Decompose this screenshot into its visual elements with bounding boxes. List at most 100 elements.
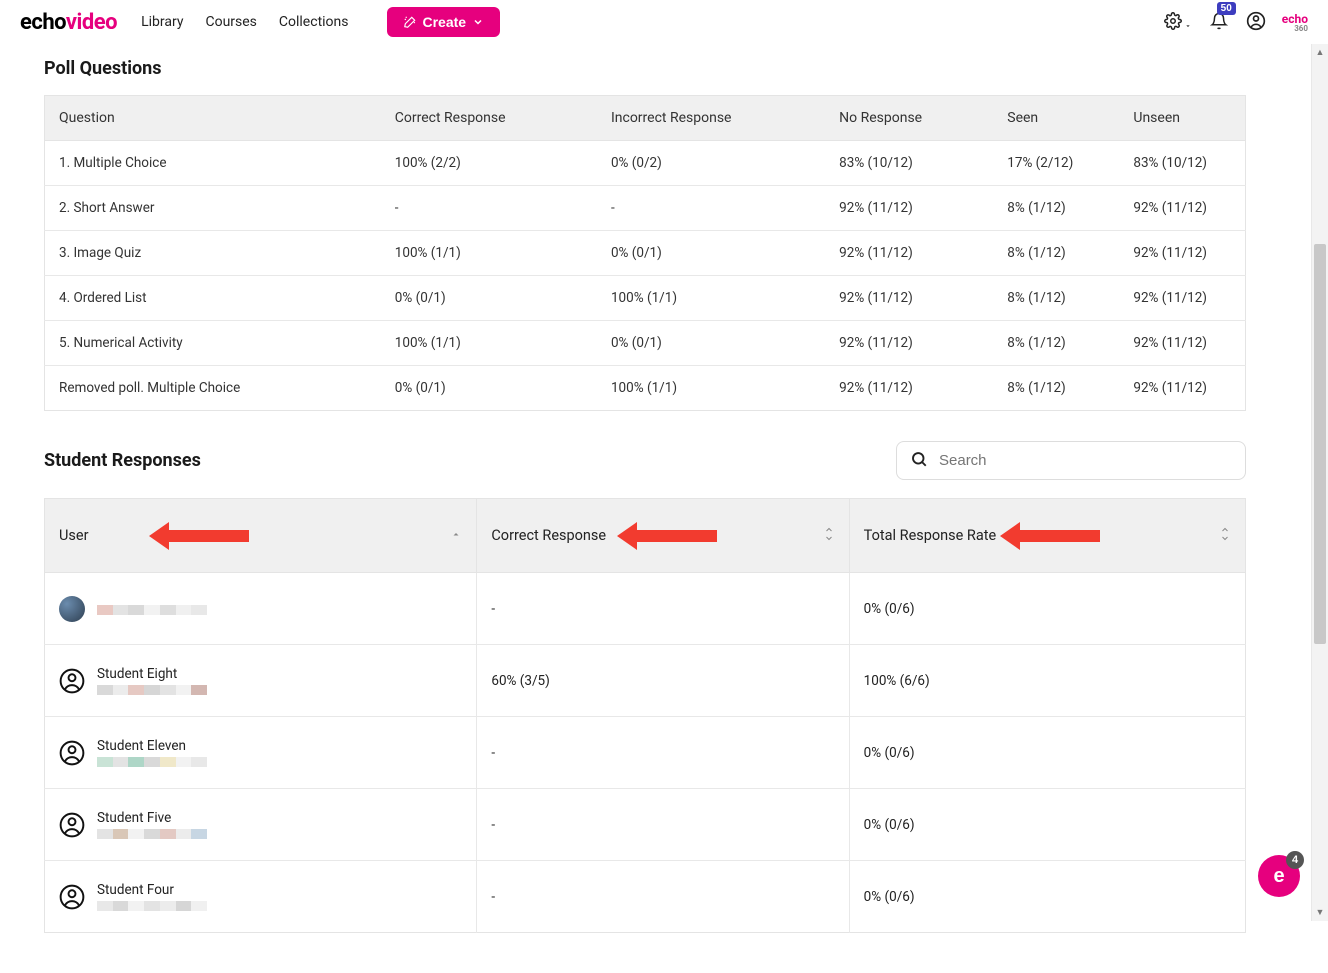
col-unseen[interactable]: Unseen	[1119, 96, 1245, 141]
table-row[interactable]: 2. Short Answer--92% (11/12)8% (1/12)92%…	[45, 186, 1246, 231]
cell-total: 100% (6/6)	[849, 645, 1245, 717]
cell: 83% (10/12)	[1119, 141, 1245, 186]
sort-icon	[823, 526, 835, 546]
table-header-row: Question Correct Response Incorrect Resp…	[45, 96, 1246, 141]
user-name: Student Five	[97, 810, 207, 826]
create-button[interactable]: Create	[387, 7, 501, 37]
logo-text-b: video	[66, 10, 117, 35]
arrow-annotation-icon	[149, 522, 249, 550]
top-nav: echovideo Library Courses Collections Cr…	[0, 0, 1328, 44]
cell: 92% (11/12)	[825, 186, 993, 231]
col-incorrect[interactable]: Incorrect Response	[597, 96, 825, 141]
cell: 100% (2/2)	[381, 141, 597, 186]
cell-total: 0% (0/6)	[849, 717, 1245, 789]
scroll-up-icon[interactable]: ▲	[1312, 44, 1328, 61]
cell: 92% (11/12)	[1119, 276, 1245, 321]
notification-badge: 50	[1217, 2, 1236, 15]
user-name: Student Eleven	[97, 738, 207, 754]
table-row[interactable]: 3. Image Quiz100% (1/1)0% (0/1)92% (11/1…	[45, 231, 1246, 276]
cell-correct: -	[477, 717, 849, 789]
user-cell: Student Five	[45, 789, 477, 861]
cell-total: 0% (0/6)	[849, 573, 1245, 645]
page-content: Poll Questions Question Correct Response…	[0, 58, 1290, 973]
cell-correct: -	[477, 861, 849, 933]
table-row[interactable]: Student Eleven -0% (0/6)	[45, 717, 1246, 789]
wand-icon	[403, 15, 417, 29]
search-icon	[910, 450, 928, 472]
table-row[interactable]: Removed poll. Multiple Choice0% (0/1)100…	[45, 366, 1246, 411]
col-total-label: Total Response Rate	[864, 527, 997, 544]
cell: 8% (1/12)	[993, 186, 1119, 231]
logo[interactable]: echovideo	[20, 10, 117, 35]
settings-button[interactable]	[1162, 10, 1194, 35]
col-seen[interactable]: Seen	[993, 96, 1119, 141]
cell: 0% (0/1)	[597, 231, 825, 276]
redacted-email	[97, 605, 207, 615]
help-fab[interactable]: e 4	[1258, 855, 1300, 897]
table-row[interactable]: -0% (0/6)	[45, 573, 1246, 645]
scrollbar[interactable]: ▲ ▼	[1311, 44, 1328, 921]
cell: 0% (0/1)	[597, 321, 825, 366]
col-correct-response[interactable]: Correct Response	[477, 499, 849, 573]
redacted-email	[97, 829, 207, 839]
user-info: Student Five	[97, 810, 207, 839]
chevron-down-icon	[472, 16, 484, 28]
user-info	[97, 602, 207, 615]
cell: 92% (11/12)	[825, 231, 993, 276]
cell: 100% (1/1)	[381, 231, 597, 276]
scrollbar-thumb[interactable]	[1314, 244, 1326, 644]
cell: -	[597, 186, 825, 231]
cell: 0% (0/1)	[381, 366, 597, 411]
cell: 4. Ordered List	[45, 276, 381, 321]
cell: 100% (1/1)	[381, 321, 597, 366]
user-info: Student Eleven	[97, 738, 207, 767]
nav-courses[interactable]: Courses	[205, 14, 256, 30]
user-cell: Student Eight	[45, 645, 477, 717]
cell: 0% (0/1)	[381, 276, 597, 321]
col-user[interactable]: User	[45, 499, 477, 573]
student-responses-title: Student Responses	[44, 450, 201, 471]
mini-logo[interactable]: echo360	[1282, 12, 1308, 32]
avatar	[59, 740, 85, 766]
cell-total: 0% (0/6)	[849, 789, 1245, 861]
cell: 8% (1/12)	[993, 231, 1119, 276]
poll-questions-table: Question Correct Response Incorrect Resp…	[44, 95, 1246, 411]
table-row[interactable]: Student Eight 60% (3/5)100% (6/6)	[45, 645, 1246, 717]
col-noresponse[interactable]: No Response	[825, 96, 993, 141]
table-row[interactable]: Student Four-0% (0/6)	[45, 861, 1246, 933]
notifications-button[interactable]: 50	[1208, 10, 1230, 35]
nav-library[interactable]: Library	[141, 14, 183, 30]
col-user-label: User	[59, 527, 89, 544]
nav-collections[interactable]: Collections	[279, 14, 349, 30]
user-cell: Student Eleven	[45, 717, 477, 789]
poll-questions-title: Poll Questions	[44, 58, 1246, 79]
table-row[interactable]: 4. Ordered List0% (0/1)100% (1/1)92% (11…	[45, 276, 1246, 321]
cell: 8% (1/12)	[993, 321, 1119, 366]
table-row[interactable]: 5. Numerical Activity100% (1/1)0% (0/1)9…	[45, 321, 1246, 366]
table-row[interactable]: 1. Multiple Choice100% (2/2)0% (0/2)83% …	[45, 141, 1246, 186]
search-input[interactable]	[896, 441, 1246, 480]
col-total-rate[interactable]: Total Response Rate	[849, 499, 1245, 573]
cell: 92% (11/12)	[1119, 186, 1245, 231]
cell: -	[381, 186, 597, 231]
col-question[interactable]: Question	[45, 96, 381, 141]
cell-correct: 60% (3/5)	[477, 645, 849, 717]
col-correct[interactable]: Correct Response	[381, 96, 597, 141]
scroll-down-icon[interactable]: ▼	[1312, 904, 1328, 921]
account-button[interactable]	[1244, 9, 1268, 36]
avatar	[59, 596, 85, 622]
cell: 83% (10/12)	[825, 141, 993, 186]
fab-badge: 4	[1286, 851, 1304, 869]
cell-correct: -	[477, 573, 849, 645]
cell: 8% (1/12)	[993, 366, 1119, 411]
search-wrap	[896, 441, 1246, 480]
table-row[interactable]: Student Five-0% (0/6)	[45, 789, 1246, 861]
topbar-right: 50 echo360	[1162, 9, 1308, 36]
create-label: Create	[423, 14, 467, 30]
cell: 92% (11/12)	[825, 366, 993, 411]
cell-total: 0% (0/6)	[849, 861, 1245, 933]
user-info: Student Eight	[97, 666, 207, 695]
cell: 92% (11/12)	[1119, 366, 1245, 411]
gear-icon	[1164, 12, 1182, 30]
fab-e-icon: e	[1273, 865, 1284, 888]
